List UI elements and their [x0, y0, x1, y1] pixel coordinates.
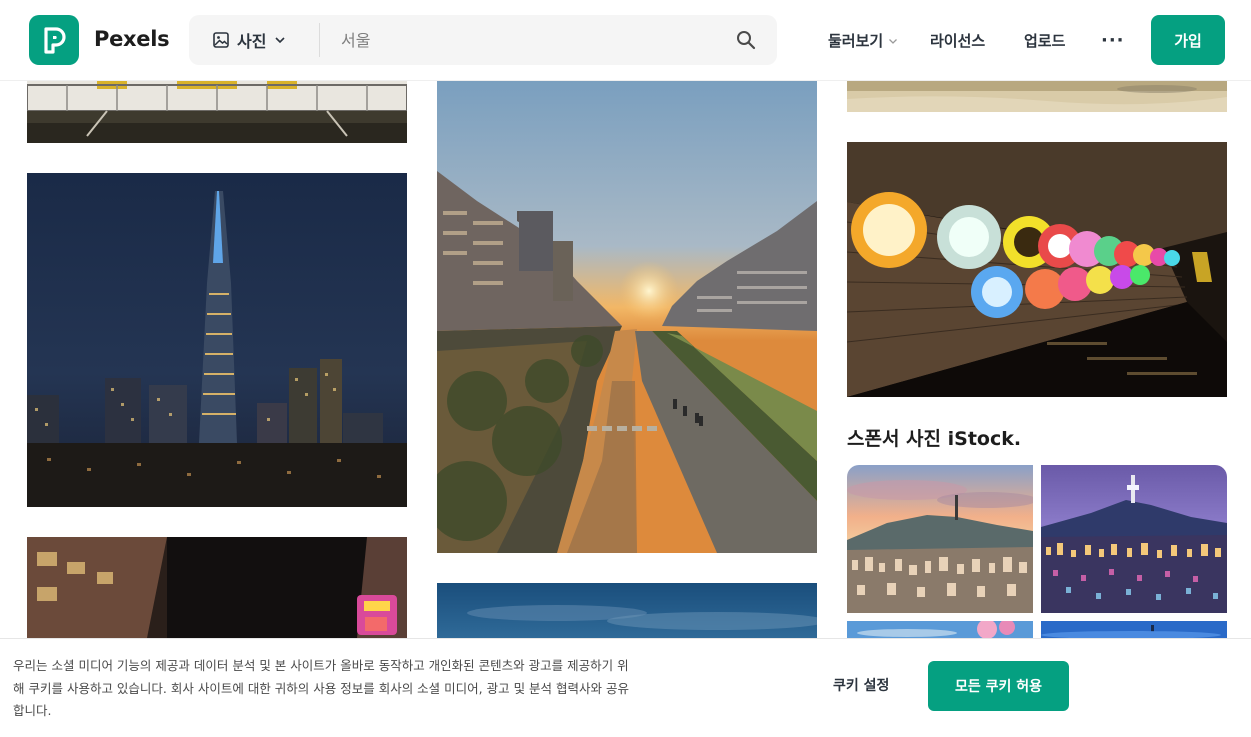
photo-image: [847, 142, 1227, 397]
nav-explore-label: 둘러보기: [828, 32, 884, 50]
nav-upload[interactable]: 업로드: [1024, 0, 1065, 81]
more-menu-button[interactable]: ···: [1101, 0, 1125, 81]
search-button[interactable]: [736, 30, 756, 50]
search-divider: [319, 23, 320, 57]
pexels-logo-icon: [44, 27, 66, 54]
join-button[interactable]: 가입: [1151, 15, 1225, 65]
sponsored-photos-title: 스폰서 사진 iStock.: [847, 424, 1021, 451]
search-type-label: 사진: [237, 32, 267, 51]
sponsored-photo-seoul-dusk[interactable]: [847, 465, 1033, 613]
sponsored-photo-blue-city[interactable]: [1041, 621, 1227, 638]
cookie-notice-text: 우리는 소셜 미디어 기능의 제공과 데이터 분석 및 본 사이트가 올바로 동…: [13, 658, 629, 718]
photo-image: [27, 173, 407, 507]
accept-all-cookies-button[interactable]: 모든 쿠키 허용: [928, 661, 1069, 711]
photo-cheonggyecheon-sunset[interactable]: [437, 81, 817, 553]
cookie-settings-button[interactable]: 쿠키 설정: [833, 675, 889, 695]
cookie-consent-banner: 우리는 소셜 미디어 기능의 제공과 데이터 분석 및 본 사이트가 올바로 동…: [0, 638, 1251, 737]
photo-image: [847, 621, 1033, 638]
image-icon: [213, 32, 229, 48]
photo-lantern-tunnel[interactable]: [847, 142, 1227, 397]
photo-image: [847, 81, 1227, 112]
photo-lotte-tower-night[interactable]: [27, 173, 407, 507]
chevron-down-icon: [889, 38, 898, 44]
sponsored-photo-namsan-night[interactable]: [1041, 465, 1227, 613]
nav-explore[interactable]: 둘러보기: [828, 0, 898, 81]
photo-image: [437, 81, 817, 553]
sponsored-photo-cherry-blossom[interactable]: [847, 621, 1033, 638]
nav-license[interactable]: 라이선스: [930, 0, 985, 81]
sponsored-title-text: 스폰서 사진: [847, 428, 942, 450]
photo-image: [27, 537, 407, 638]
photo-blue-sky[interactable]: [437, 583, 817, 638]
chevron-down-icon: [275, 37, 286, 44]
photo-image: [437, 583, 817, 638]
top-navbar: Pexels 사진 둘러보기 라이선스 업로드 ···: [0, 0, 1251, 81]
photo-night-street[interactable]: [27, 537, 407, 638]
search-icon: [737, 31, 756, 50]
photo-sand-landscape[interactable]: [847, 81, 1227, 112]
photo-image: [27, 81, 407, 143]
pexels-logo[interactable]: [29, 15, 79, 65]
search-input[interactable]: [329, 15, 729, 65]
photo-image: [847, 465, 1033, 613]
search-bar: 사진: [189, 15, 777, 65]
photo-image: [1041, 621, 1227, 638]
search-type-dropdown[interactable]: 사진: [189, 15, 319, 65]
istock-logo[interactable]: iStock.: [948, 428, 1021, 450]
photo-building-sign[interactable]: [27, 81, 407, 143]
photo-image: [1041, 465, 1227, 613]
logo-wordmark[interactable]: Pexels: [94, 27, 170, 51]
